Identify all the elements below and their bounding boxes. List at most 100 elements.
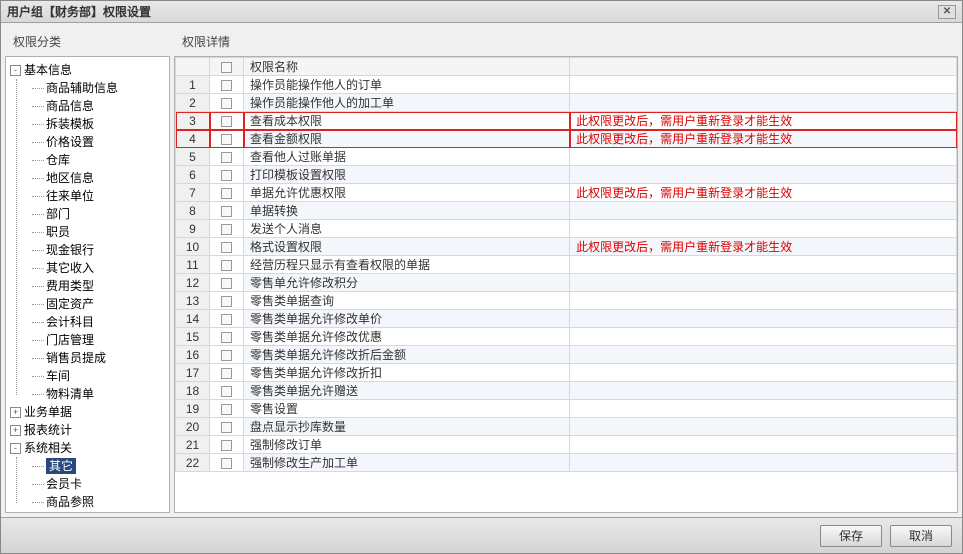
table-row[interactable]: 5查看他人过账单据 <box>176 148 957 166</box>
tree-leaf[interactable]: 商品辅助信息 <box>30 79 167 97</box>
checkbox-icon[interactable] <box>221 62 232 73</box>
table-row[interactable]: 2操作员能操作他人的加工单 <box>176 94 957 112</box>
row-checkbox-cell[interactable] <box>210 256 244 274</box>
checkbox-icon[interactable] <box>221 134 232 145</box>
collapse-icon[interactable]: - <box>10 443 21 454</box>
checkbox-icon[interactable] <box>221 224 232 235</box>
tree-leaf[interactable]: 其它 <box>30 457 167 475</box>
checkbox-icon[interactable] <box>221 188 232 199</box>
table-row[interactable]: 17零售类单据允许修改折扣 <box>176 364 957 382</box>
tree-leaf[interactable]: 拆装模板 <box>30 115 167 133</box>
table-row[interactable]: 22强制修改生产加工单 <box>176 454 957 472</box>
table-row[interactable]: 16零售类单据允许修改折后金额 <box>176 346 957 364</box>
tree-leaf[interactable]: 销售员提成 <box>30 349 167 367</box>
expand-icon[interactable]: + <box>10 407 21 418</box>
checkbox-icon[interactable] <box>221 386 232 397</box>
table-row[interactable]: 18零售类单据允许赠送 <box>176 382 957 400</box>
tree-leaf[interactable]: 地区信息 <box>30 169 167 187</box>
row-checkbox-cell[interactable] <box>210 328 244 346</box>
row-checkbox-cell[interactable] <box>210 220 244 238</box>
table-row[interactable]: 13零售类单据查询 <box>176 292 957 310</box>
checkbox-icon[interactable] <box>221 422 232 433</box>
row-checkbox-cell[interactable] <box>210 382 244 400</box>
row-checkbox-cell[interactable] <box>210 76 244 94</box>
table-row[interactable]: 9发送个人消息 <box>176 220 957 238</box>
tree-leaf[interactable]: 其它收入 <box>30 259 167 277</box>
table-row[interactable]: 15零售类单据允许修改优惠 <box>176 328 957 346</box>
expand-icon[interactable]: + <box>10 425 21 436</box>
table-row[interactable]: 21强制修改订单 <box>176 436 957 454</box>
tree-leaf[interactable]: 费用类型 <box>30 277 167 295</box>
checkbox-icon[interactable] <box>221 404 232 415</box>
row-checkbox-cell[interactable] <box>210 184 244 202</box>
tree-leaf[interactable]: 固定资产 <box>30 295 167 313</box>
save-button[interactable]: 保存 <box>820 525 882 547</box>
close-icon[interactable]: ✕ <box>938 5 956 19</box>
row-checkbox-cell[interactable] <box>210 202 244 220</box>
table-row[interactable]: 7单据允许优惠权限此权限更改后，需用户重新登录才能生效 <box>176 184 957 202</box>
tree-leaf[interactable]: 职员 <box>30 223 167 241</box>
tree-leaf[interactable]: 会计科目 <box>30 313 167 331</box>
checkbox-icon[interactable] <box>221 440 232 451</box>
table-row[interactable]: 4查看金额权限此权限更改后，需用户重新登录才能生效 <box>176 130 957 148</box>
collapse-icon[interactable]: - <box>10 65 21 76</box>
table-row[interactable]: 11经营历程只显示有查看权限的单据 <box>176 256 957 274</box>
checkbox-icon[interactable] <box>221 278 232 289</box>
tree-leaf[interactable]: 门店管理 <box>30 331 167 349</box>
tree-node[interactable]: -系统相关 <box>8 439 167 457</box>
row-checkbox-cell[interactable] <box>210 94 244 112</box>
tree-leaf[interactable]: 部门 <box>30 205 167 223</box>
row-checkbox-cell[interactable] <box>210 274 244 292</box>
checkbox-icon[interactable] <box>221 170 232 181</box>
permission-tree[interactable]: -基本信息商品辅助信息商品信息拆装模板价格设置仓库地区信息往来单位部门职员现金银… <box>5 56 170 513</box>
checkbox-icon[interactable] <box>221 116 232 127</box>
tree-node[interactable]: +业务单据 <box>8 403 167 421</box>
permission-grid[interactable]: 权限名称 1操作员能操作他人的订单2操作员能操作他人的加工单3查看成本权限此权限… <box>174 56 958 513</box>
table-row[interactable]: 6打印模板设置权限 <box>176 166 957 184</box>
table-row[interactable]: 1操作员能操作他人的订单 <box>176 76 957 94</box>
tree-leaf[interactable]: 价格设置 <box>30 133 167 151</box>
row-checkbox-cell[interactable] <box>210 436 244 454</box>
checkbox-icon[interactable] <box>221 332 232 343</box>
row-checkbox-cell[interactable] <box>210 310 244 328</box>
table-row[interactable]: 3查看成本权限此权限更改后，需用户重新登录才能生效 <box>176 112 957 130</box>
tree-node[interactable]: +报表统计 <box>8 421 167 439</box>
tree-leaf[interactable]: 往来单位 <box>30 187 167 205</box>
checkbox-icon[interactable] <box>221 206 232 217</box>
row-checkbox-cell[interactable] <box>210 112 244 130</box>
table-row[interactable]: 20盘点显示抄库数量 <box>176 418 957 436</box>
checkbox-icon[interactable] <box>221 314 232 325</box>
row-checkbox-cell[interactable] <box>210 130 244 148</box>
tree-leaf[interactable]: 仓库 <box>30 151 167 169</box>
table-row[interactable]: 14零售类单据允许修改单价 <box>176 310 957 328</box>
checkbox-icon[interactable] <box>221 458 232 469</box>
row-checkbox-cell[interactable] <box>210 346 244 364</box>
tree-leaf[interactable]: 商品信息 <box>30 97 167 115</box>
table-row[interactable]: 8单据转换 <box>176 202 957 220</box>
tree-leaf[interactable]: 物料清单 <box>30 385 167 403</box>
tree-leaf[interactable]: 会员卡 <box>30 475 167 493</box>
checkbox-icon[interactable] <box>221 242 232 253</box>
checkbox-icon[interactable] <box>221 296 232 307</box>
table-row[interactable]: 19零售设置 <box>176 400 957 418</box>
tree-leaf[interactable]: 车间 <box>30 367 167 385</box>
checkbox-icon[interactable] <box>221 152 232 163</box>
row-checkbox-cell[interactable] <box>210 166 244 184</box>
row-checkbox-cell[interactable] <box>210 454 244 472</box>
row-checkbox-cell[interactable] <box>210 400 244 418</box>
tree-leaf[interactable]: 商品参照 <box>30 493 167 511</box>
cancel-button[interactable]: 取消 <box>890 525 952 547</box>
table-row[interactable]: 10格式设置权限此权限更改后，需用户重新登录才能生效 <box>176 238 957 256</box>
col-check-header[interactable] <box>210 58 244 76</box>
checkbox-icon[interactable] <box>221 98 232 109</box>
row-checkbox-cell[interactable] <box>210 418 244 436</box>
row-checkbox-cell[interactable] <box>210 364 244 382</box>
tree-node[interactable]: -基本信息 <box>8 61 167 79</box>
checkbox-icon[interactable] <box>221 350 232 361</box>
table-row[interactable]: 12零售单允许修改积分 <box>176 274 957 292</box>
row-checkbox-cell[interactable] <box>210 292 244 310</box>
row-checkbox-cell[interactable] <box>210 148 244 166</box>
tree-leaf[interactable]: 现金银行 <box>30 241 167 259</box>
checkbox-icon[interactable] <box>221 260 232 271</box>
checkbox-icon[interactable] <box>221 80 232 91</box>
